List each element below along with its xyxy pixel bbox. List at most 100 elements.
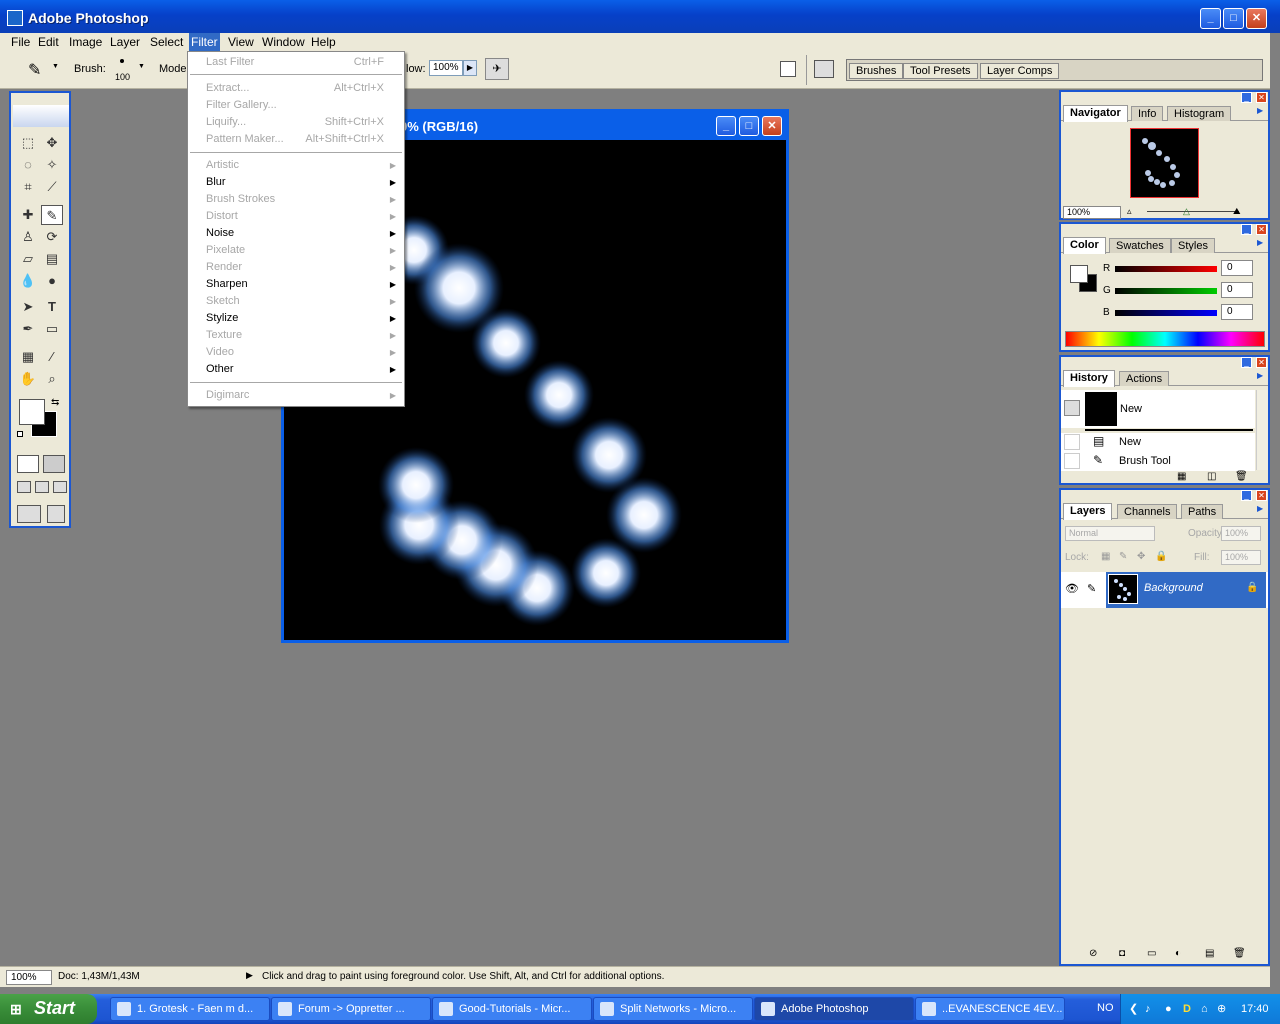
- history-snapshot-row[interactable]: New: [1061, 390, 1255, 428]
- filter-submenu-blur[interactable]: Blur ▶: [206, 174, 402, 191]
- filter-submenu-other[interactable]: Other ▶: [206, 361, 402, 378]
- menu-image[interactable]: Image: [69, 35, 102, 49]
- history-scrollbar[interactable]: [1256, 390, 1268, 470]
- history-source-icon[interactable]: [1064, 434, 1080, 450]
- doc-close-button[interactable]: ✕: [762, 116, 782, 136]
- edit-in-imageready-icon[interactable]: [47, 505, 65, 523]
- zoom-tool-icon[interactable]: ⌕: [41, 369, 63, 389]
- filter-pattern-maker[interactable]: Pattern Maker... Alt+Shift+Ctrl+X: [206, 131, 402, 148]
- gradient-tool-icon[interactable]: ▤: [41, 249, 63, 269]
- zoom-slider-track[interactable]: [1147, 211, 1239, 212]
- panel-menu-arrow-icon[interactable]: ▶: [1257, 238, 1263, 247]
- lasso-tool-icon[interactable]: ◌: [17, 155, 39, 175]
- filter-submenu-sharpen[interactable]: Sharpen ▶: [206, 276, 402, 293]
- r-slider[interactable]: [1115, 266, 1217, 272]
- screen-mode-menubar-icon[interactable]: [35, 481, 49, 493]
- brush-tool-icon[interactable]: ✎: [28, 60, 41, 80]
- filter-submenu-render[interactable]: Render ▶: [206, 259, 402, 276]
- tray-expand-icon[interactable]: ❮: [1129, 994, 1138, 1024]
- menu-view[interactable]: View: [228, 35, 254, 49]
- layer-visibility-eye-icon[interactable]: 👁: [1065, 582, 1079, 595]
- taskbar-item[interactable]: Forum -> Oppretter ...: [271, 997, 431, 1021]
- menu-window[interactable]: Window: [262, 35, 305, 49]
- panel-minimize-button[interactable]: _: [1241, 357, 1252, 368]
- blur-tool-icon[interactable]: 💧: [17, 271, 39, 291]
- filter-submenu-noise[interactable]: Noise ▶: [206, 225, 402, 242]
- airbrush-icon[interactable]: ✈: [485, 58, 509, 80]
- filter-submenu-video[interactable]: Video ▶: [206, 344, 402, 361]
- filter-submenu-sketch[interactable]: Sketch ▶: [206, 293, 402, 310]
- minimize-button[interactable]: _: [1200, 8, 1221, 29]
- r-input[interactable]: 0: [1221, 260, 1253, 276]
- language-indicator[interactable]: NO: [1097, 1002, 1114, 1014]
- navigator-thumbnail[interactable]: [1130, 128, 1199, 198]
- palette-dock-icon[interactable]: [814, 60, 834, 78]
- menu-help[interactable]: Help: [311, 35, 336, 49]
- history-item[interactable]: ▤ New: [1061, 433, 1255, 452]
- history-source-icon[interactable]: [1064, 400, 1080, 416]
- fill-input[interactable]: 100%: [1221, 550, 1261, 565]
- marquee-tool-icon[interactable]: ⬚: [17, 133, 39, 153]
- zoom-slider-handle[interactable]: △: [1183, 206, 1190, 217]
- taskbar-item-active[interactable]: Adobe Photoshop: [754, 997, 914, 1021]
- swap-colors-icon[interactable]: ⇆: [51, 397, 59, 408]
- history-item[interactable]: ✎ Brush Tool: [1061, 452, 1255, 471]
- history-brush-tool-icon[interactable]: ⟳: [41, 227, 63, 247]
- panel-close-button[interactable]: ✕: [1256, 92, 1267, 103]
- jump-to-imageready-icon[interactable]: [17, 505, 41, 523]
- menu-filter[interactable]: Filter: [189, 33, 220, 51]
- screen-mode-full-icon[interactable]: [53, 481, 67, 493]
- b-slider[interactable]: [1115, 310, 1217, 316]
- filter-liquify[interactable]: Liquify... Shift+Ctrl+X: [206, 114, 402, 131]
- status-zoom-input[interactable]: 100%: [6, 970, 52, 985]
- taskbar-item[interactable]: Good-Tutorials - Micr...: [432, 997, 592, 1021]
- color-fg-swatch[interactable]: [1070, 265, 1088, 283]
- quick-mask-mode-icon[interactable]: [43, 455, 65, 473]
- status-menu-arrow-icon[interactable]: ▶: [246, 970, 253, 981]
- move-tool-icon[interactable]: ✥: [41, 133, 63, 153]
- tray-globe-icon[interactable]: ⊕: [1217, 994, 1226, 1024]
- navigator-zoom-input[interactable]: 100%: [1063, 206, 1121, 219]
- filter-submenu-distort[interactable]: Distort ▶: [206, 208, 402, 225]
- link-layers-icon[interactable]: ⊘: [1089, 948, 1097, 959]
- filter-submenu-digimarc[interactable]: Digimarc ▶: [206, 387, 402, 404]
- filter-submenu-artistic[interactable]: Artistic ▶: [206, 157, 402, 174]
- g-slider[interactable]: [1115, 288, 1217, 294]
- tray-app-icon[interactable]: ●: [1165, 994, 1172, 1024]
- filter-submenu-stylize[interactable]: Stylize ▶: [206, 310, 402, 327]
- close-button[interactable]: ✕: [1246, 8, 1267, 29]
- well-tab-brushes[interactable]: Brushes: [849, 63, 904, 79]
- new-layer-icon[interactable]: ▤: [1205, 948, 1214, 959]
- tab-layers[interactable]: Layers: [1063, 503, 1113, 520]
- maximize-button[interactable]: □: [1223, 8, 1244, 29]
- zoom-out-icon[interactable]: ▵: [1127, 206, 1132, 217]
- panel-menu-arrow-icon[interactable]: ▶: [1257, 504, 1263, 513]
- brush-tip-icon[interactable]: [120, 59, 124, 63]
- healing-brush-tool-icon[interactable]: ✚: [17, 205, 39, 225]
- layer-row-background[interactable]: 👁 ✎ Background 🔒: [1061, 572, 1268, 608]
- standard-mode-icon[interactable]: [17, 455, 39, 473]
- tray-volume-icon[interactable]: ♪: [1145, 994, 1151, 1024]
- opacity-input[interactable]: 100%: [1221, 526, 1261, 541]
- taskbar-item[interactable]: 1. Grotesk - Faen m d...: [110, 997, 270, 1021]
- clone-stamp-tool-icon[interactable]: ♙: [17, 227, 39, 247]
- tool-preset-dropdown-icon[interactable]: ▼: [52, 63, 59, 70]
- panel-menu-arrow-icon[interactable]: ▶: [1257, 106, 1263, 115]
- pen-tool-icon[interactable]: ✒: [17, 319, 39, 339]
- filter-last-filter[interactable]: Last Filter Ctrl+F: [206, 54, 402, 71]
- new-adjustment-layer-icon[interactable]: ◐: [1175, 948, 1181, 959]
- dodge-tool-icon[interactable]: ●: [41, 271, 63, 291]
- layer-name[interactable]: Background: [1144, 582, 1203, 594]
- tray-d-icon[interactable]: D: [1183, 994, 1191, 1024]
- rectangle-tool-icon[interactable]: ▭: [41, 319, 63, 339]
- new-snapshot-icon[interactable]: ◫: [1207, 471, 1216, 482]
- menu-layer[interactable]: Layer: [110, 35, 140, 49]
- menu-edit[interactable]: Edit: [38, 35, 59, 49]
- panel-close-button[interactable]: ✕: [1256, 490, 1267, 501]
- menu-select[interactable]: Select: [150, 35, 183, 49]
- zoom-in-icon[interactable]: ⛰: [1233, 206, 1241, 217]
- flow-slider-arrow-icon[interactable]: ▶: [463, 60, 477, 76]
- g-input[interactable]: 0: [1221, 282, 1253, 298]
- delete-layer-icon[interactable]: 🗑: [1233, 948, 1246, 959]
- notes-tool-icon[interactable]: ▦: [17, 347, 39, 367]
